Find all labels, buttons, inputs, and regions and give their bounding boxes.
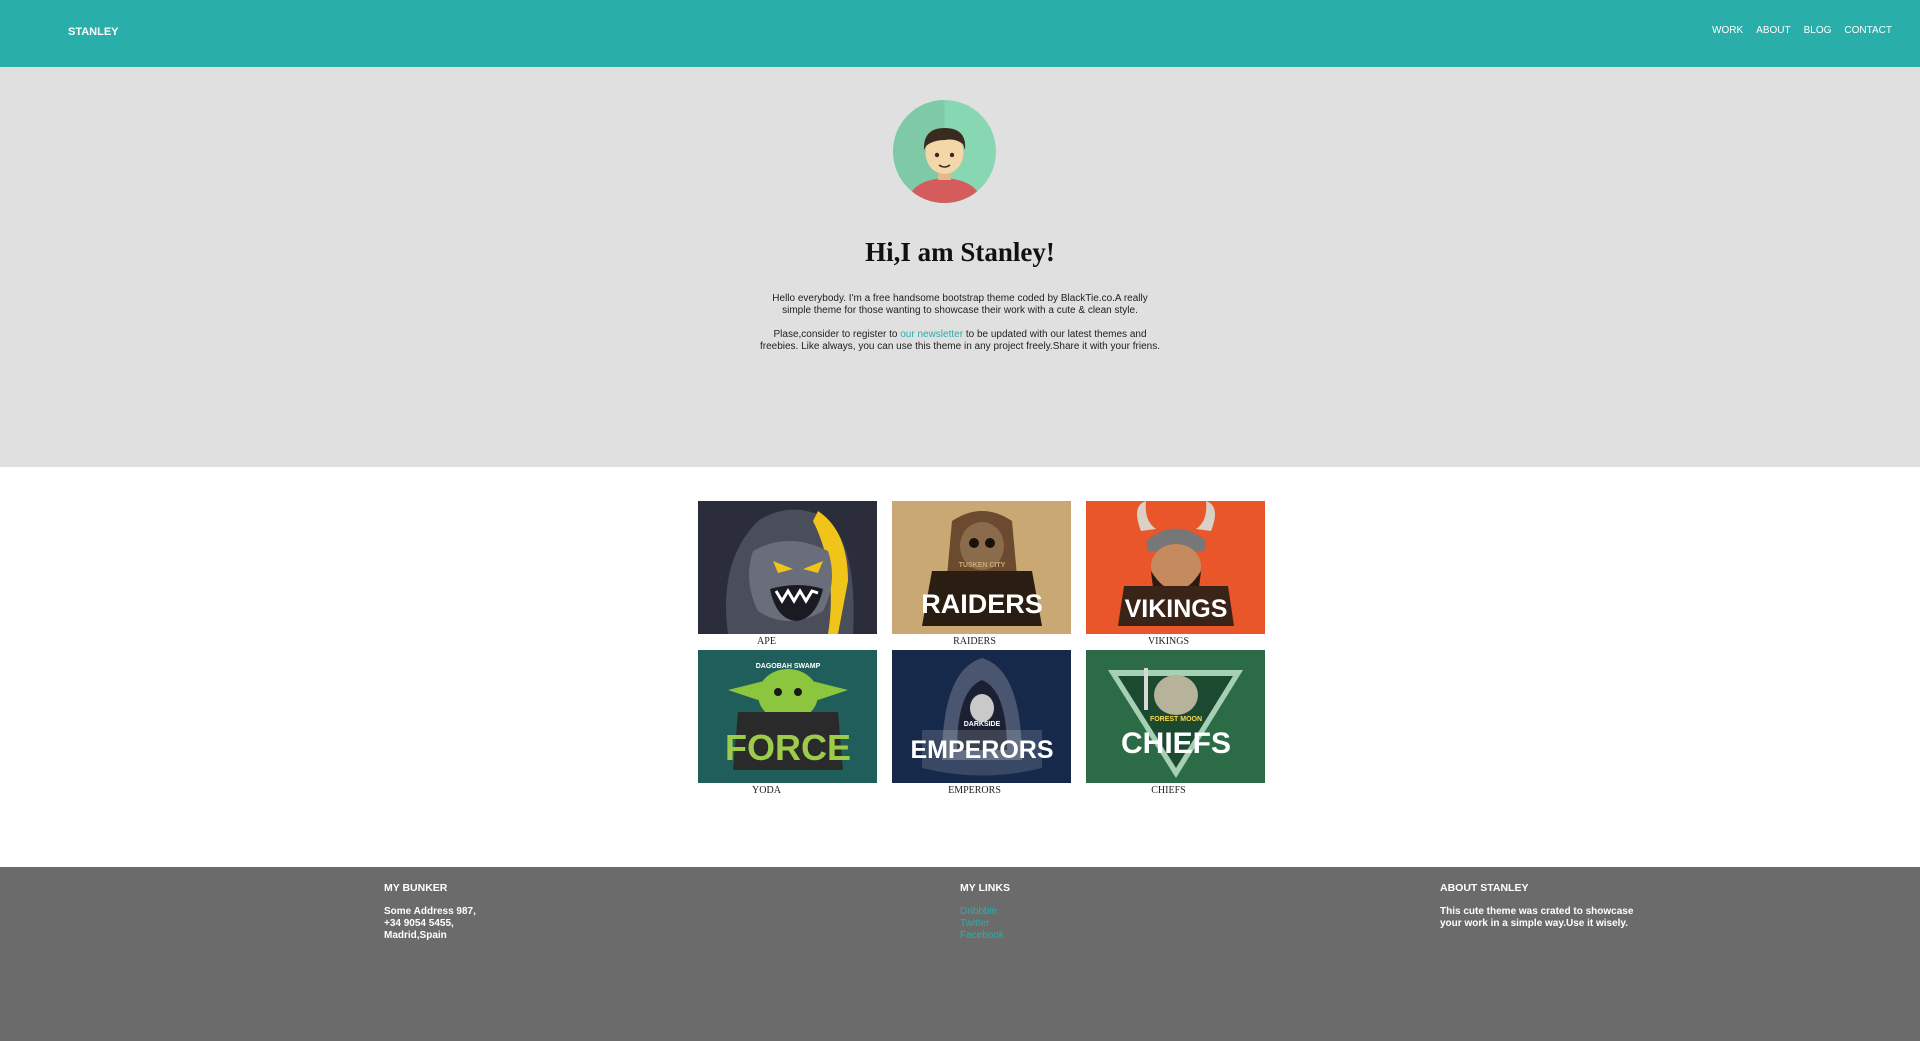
vikings-logo-text: VIKINGS [1125, 595, 1228, 623]
navbar: STANLEY WORK ABOUT BLOG CONTACT [0, 0, 1920, 67]
intro-line-1: Hello everybody. I'm a free handsome boo… [772, 293, 1148, 304]
about-line-1: This cute theme was crated to showcase [1440, 906, 1634, 917]
ape-logo-image [698, 501, 877, 634]
caption-yoda: YODA [752, 785, 781, 796]
footer-link-dribbble[interactable]: Dribbble [960, 906, 1010, 918]
footer-col-links: MY LINKS Dribbble Twitter Facebook [960, 882, 1010, 942]
intro-paragraph: Hello everybody. I'm a free handsome boo… [0, 293, 1920, 317]
portfolio-item-raiders[interactable]: TUSKEN CITY RAIDERS [892, 501, 1071, 634]
vikings-logo-image: VIKINGS [1086, 501, 1265, 634]
address-line-1: Some Address 987, [384, 906, 476, 917]
chiefs-logo-image: FOREST MOON CHIEFS [1086, 650, 1265, 783]
caption-chiefs: CHIEFS [1151, 785, 1186, 796]
emperors-small-text: DARKSIDE [964, 721, 1001, 728]
chiefs-small-text: FOREST MOON [1150, 716, 1202, 723]
newsletter-link[interactable]: our newsletter [900, 329, 963, 340]
nav-contact[interactable]: CONTACT [1844, 25, 1892, 36]
raiders-logo-image: TUSKEN CITY RAIDERS [892, 501, 1071, 634]
about-line-2: your work in a simple way.Use it wisely. [1440, 918, 1629, 929]
yoda-logo-image: DAGOBAH SWAMP FORCE [698, 650, 877, 783]
caption-vikings: VIKINGS [1147, 636, 1190, 647]
force-logo-text: FORCE [725, 727, 851, 768]
portfolio-item-chiefs[interactable]: FOREST MOON CHIEFS [1086, 650, 1265, 783]
chiefs-logo-text: CHIEFS [1121, 727, 1231, 760]
raiders-logo-text: RAIDERS [921, 589, 1043, 619]
newsletter-text-post: to be updated with our latest themes and [963, 329, 1147, 340]
portfolio-item-vikings[interactable]: VIKINGS [1086, 501, 1265, 634]
nav-menu: WORK ABOUT BLOG CONTACT [1699, 25, 1892, 36]
nav-about[interactable]: ABOUT [1756, 25, 1790, 36]
raiders-small-text: TUSKEN CITY [959, 562, 1006, 569]
newsletter-text-pre: Plase,consider to register to [773, 329, 901, 340]
hero-section: Hi,I am Stanley! Hello everybody. I'm a … [0, 67, 1920, 467]
portfolio-item-yoda[interactable]: DAGOBAH SWAMP FORCE [698, 650, 877, 783]
caption-emperors: EMPERORS [948, 785, 1001, 796]
caption-raiders: RAIDERS [953, 636, 996, 647]
footer-link-facebook[interactable]: Facebook [960, 930, 1010, 942]
footer-links-title: MY LINKS [960, 882, 1010, 894]
address-line-2: +34 9054 5455, [384, 918, 454, 929]
newsletter-paragraph: Plase,consider to register to our newsle… [0, 329, 1920, 353]
portfolio-item-emperors[interactable]: DARKSIDE EMPERORS [892, 650, 1071, 783]
portfolio-item-ape[interactable] [698, 501, 877, 634]
nav-blog[interactable]: BLOG [1804, 25, 1832, 36]
intro-line-2: simple theme for those wanting to showca… [782, 305, 1138, 316]
force-small-text: DAGOBAH SWAMP [756, 663, 821, 670]
brand-logo[interactable]: STANLEY [68, 26, 119, 38]
address-line-3: Madrid,Spain [384, 930, 447, 941]
nav-work[interactable]: WORK [1712, 25, 1743, 36]
caption-ape: APE [757, 636, 776, 647]
footer-col-bunker: MY BUNKER Some Address 987, +34 9054 545… [384, 882, 476, 942]
footer-col-about: ABOUT STANLEY This cute theme was crated… [1440, 882, 1633, 930]
footer-about-title: ABOUT STANLEY [1440, 882, 1529, 894]
footer: MY BUNKER Some Address 987, +34 9054 545… [0, 867, 1920, 1041]
avatar [893, 100, 996, 203]
emperors-logo-text: EMPERORS [910, 736, 1053, 764]
footer-link-twitter[interactable]: Twitter [960, 918, 1010, 930]
newsletter-line-2: freebies. Like always, you can use this … [759, 341, 1160, 352]
portfolio-grid: APE TUSKEN CITY RAIDERS RAIDERS VIKINGS … [0, 467, 1920, 867]
footer-bunker-title: MY BUNKER [384, 882, 448, 894]
page-title: Hi,I am Stanley! [865, 237, 1055, 267]
emperors-logo-image: DARKSIDE EMPERORS [892, 650, 1071, 783]
